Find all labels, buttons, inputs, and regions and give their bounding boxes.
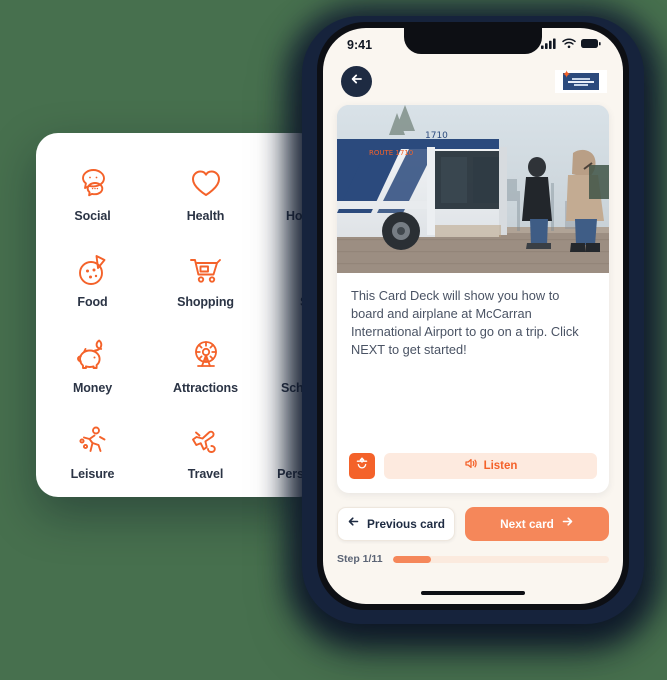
previous-card-label: Previous card — [366, 517, 446, 531]
logo-line — [568, 80, 594, 83]
running-person-icon — [73, 421, 113, 461]
category-item-social[interactable]: Social — [36, 163, 149, 249]
category-label: Shopping — [177, 295, 234, 309]
battery-icon — [581, 36, 601, 54]
shopping-cart-icon — [186, 249, 226, 289]
replay-face-icon-button[interactable] — [349, 453, 375, 479]
arrow-left-icon — [347, 515, 360, 533]
svg-text:1710: 1710 — [425, 131, 448, 141]
sparkle-icon: ✦ — [562, 69, 572, 81]
category-label: Attractions — [173, 381, 238, 395]
speaker-icon — [464, 457, 477, 475]
svg-text:ROUTE 1710: ROUTE 1710 — [369, 149, 413, 157]
category-label: Food — [77, 295, 108, 309]
speech-bubbles-icon — [73, 163, 113, 203]
progress-track[interactable] — [392, 555, 609, 563]
home-indicator — [421, 591, 525, 595]
cellular-signal-icon — [541, 36, 557, 54]
category-item-money[interactable]: Money — [36, 335, 149, 421]
app-header: ✦ — [323, 62, 623, 105]
next-card-label: Next card — [500, 517, 554, 531]
logo-line — [574, 83, 588, 86]
listen-label: Listen — [483, 460, 518, 472]
pizza-icon — [73, 249, 113, 289]
card-navigation: Previous card Next card — [323, 493, 623, 541]
screenshot-stage: Social Health Food Shopping Money Attrac… — [0, 0, 667, 680]
status-bar: 9:41 — [323, 28, 623, 62]
wifi-icon — [562, 36, 576, 54]
category-label: Health — [186, 209, 225, 223]
card-body-text: This Card Deck will show you how to boar… — [351, 288, 579, 358]
category-item-health[interactable]: Health — [149, 163, 262, 249]
category-label: Social — [74, 209, 111, 223]
logo-line — [572, 77, 590, 80]
back-arrow-icon — [350, 72, 364, 91]
city-bus-boarding-photo: 1710 ROUTE 1710 — [337, 105, 609, 273]
heart-icon — [186, 163, 226, 203]
arrow-right-icon — [561, 515, 574, 533]
category-item-food[interactable]: Food — [36, 249, 149, 335]
listen-button[interactable]: Listen — [384, 453, 597, 479]
phone-mockup: 9:41 ✦ 1710 ROUTE 1710 This Card Deck wi… — [288, 6, 660, 646]
category-item-shopping[interactable]: Shopping — [149, 249, 262, 335]
category-item-leisure[interactable]: Leisure — [36, 421, 149, 497]
progress-row: Step 1/11 — [323, 541, 623, 565]
replay-face-icon — [354, 456, 370, 477]
category-grid: Social Health Food Shopping Money Attrac… — [36, 133, 321, 497]
piggy-bank-icon — [73, 335, 113, 375]
status-icons — [541, 36, 601, 54]
category-item-travel[interactable]: Travel — [149, 421, 262, 497]
category-panel: Social Health Food Shopping Money Attrac… — [36, 133, 321, 497]
ferris-wheel-icon — [186, 335, 226, 375]
listen-row: Listen — [337, 453, 609, 493]
category-item-attractions[interactable]: Attractions — [149, 335, 262, 421]
next-card-button[interactable]: Next card — [465, 507, 609, 541]
previous-card-button[interactable]: Previous card — [337, 507, 455, 541]
status-time: 9:41 — [347, 38, 373, 52]
category-label: Travel — [187, 467, 224, 481]
phone-screen: 9:41 ✦ 1710 ROUTE 1710 This Card Deck wi… — [323, 28, 623, 604]
progress-label: Step 1/11 — [337, 553, 383, 565]
category-label: Money — [72, 381, 113, 395]
category-label: Leisure — [70, 467, 115, 481]
airplane-icon — [186, 421, 226, 461]
progress-fill — [392, 555, 432, 563]
back-button[interactable] — [341, 66, 372, 97]
brand-logo[interactable]: ✦ — [555, 70, 607, 93]
card-deck-card: 1710 ROUTE 1710 This Card Deck will show… — [337, 105, 609, 493]
